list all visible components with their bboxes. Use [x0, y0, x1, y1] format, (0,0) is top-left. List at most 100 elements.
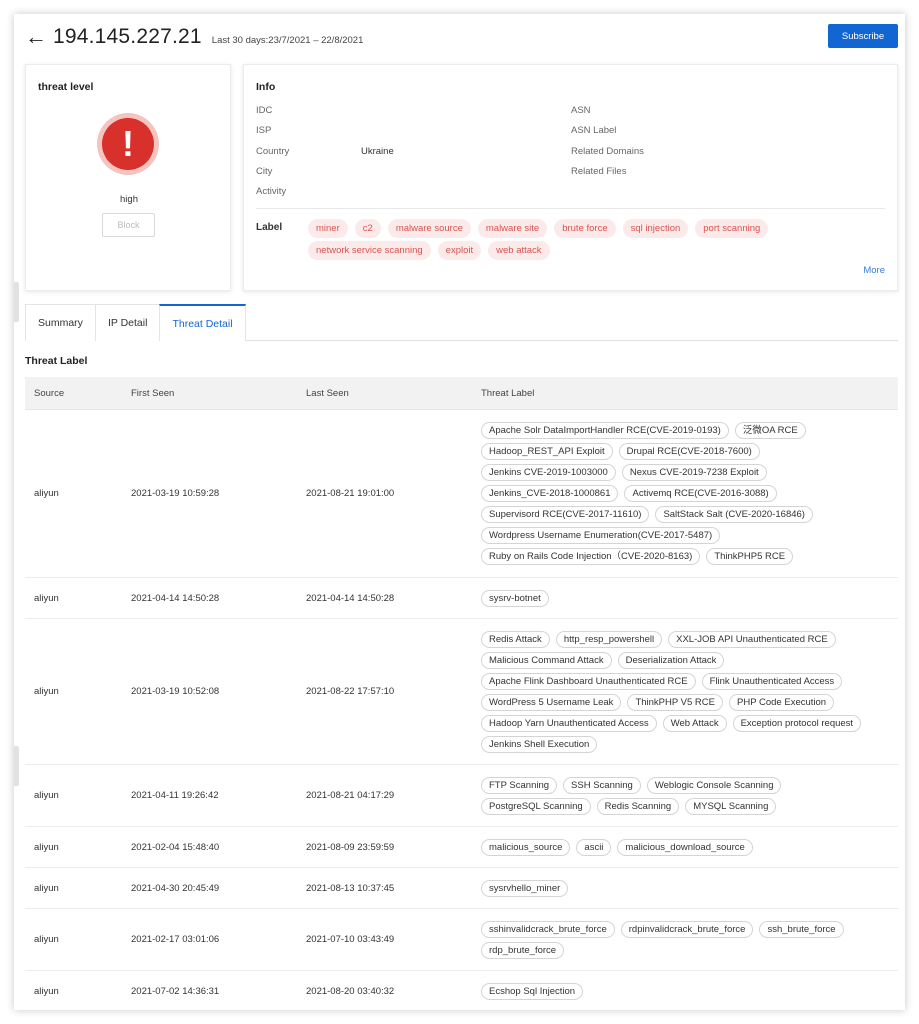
back-arrow-icon[interactable]: ←	[25, 26, 47, 48]
threat-label-chip[interactable]: Jenkins CVE-2019-1003000	[481, 464, 616, 481]
info-card: Info IDC ISP Country Ukraine City Activity ASN…	[243, 64, 898, 291]
threat-label-chip[interactable]: Malicious Command Attack	[481, 651, 612, 669]
threat-label-chip[interactable]: SSH Scanning	[563, 776, 641, 794]
threat-label-chip[interactable]: Apache Flink Dashboard Unauthenticated R…	[481, 672, 696, 690]
threat-label-chip[interactable]: sysrvhello_miner	[481, 879, 569, 897]
threat-label-chip[interactable]: rdpinvalidcrack_brute_force	[620, 920, 754, 938]
table-row: aliyun 2021-03-19 10:52:08 2021-08-22 17:5…	[25, 619, 898, 765]
threat-label-chip[interactable]: Drupal RCE(CVE-2018-7600)	[618, 443, 760, 460]
threat-label-chip[interactable]: XXL-JOB API Unauthenticated RCE	[668, 630, 836, 648]
threat-label-chip[interactable]: Nexus CVE-2019-7238 Exploit	[621, 464, 767, 481]
side-collapse-handle[interactable]	[14, 746, 19, 786]
tab-summary[interactable]: Summary	[25, 304, 96, 341]
threat-label-chip[interactable]: rdp_brute_force	[481, 941, 565, 959]
threat-label-chip[interactable]: Ecshop Sql Injection	[481, 982, 584, 1000]
threat-label-chip[interactable]: Hadoop_REST_API Exploit	[481, 443, 613, 460]
threat-label-chip[interactable]: Activemq RCE(CVE-2016-3088)	[624, 485, 777, 502]
table-row: aliyun 2021-04-14 14:50:28 2021-04-14 14:5…	[25, 578, 898, 619]
label-chip[interactable]: network service scanning	[308, 241, 431, 260]
threat-label-list: FTP Scanning SSH Scanning Weblogic Console…	[481, 776, 891, 815]
threat-label-chip[interactable]: Wordpress Username Enumeration(CVE-2017-…	[481, 527, 721, 544]
threat-label-chip[interactable]: ThinkPHP5 RCE	[706, 548, 794, 565]
label-chip[interactable]: miner	[308, 219, 348, 238]
info-field-value: Ukraine	[361, 146, 394, 157]
threat-label-chip[interactable]: http_resp_powershell	[555, 630, 663, 648]
threat-label-chip[interactable]: Deserialization Attack	[617, 651, 725, 669]
threat-label-chip[interactable]: WordPress 5 Username Leak	[481, 693, 622, 711]
threat-label-chip[interactable]: ssh_brute_force	[759, 920, 844, 938]
more-link[interactable]: More	[863, 265, 885, 276]
label-chip[interactable]: exploit	[437, 241, 482, 260]
threat-label-chip[interactable]: Exception protocol request	[732, 714, 862, 732]
table-cell: aliyun	[34, 985, 59, 997]
block-button[interactable]: Block	[102, 213, 155, 237]
threat-label-chip[interactable]: ascii	[576, 838, 612, 856]
column-header[interactable]: Last Seen	[306, 388, 349, 399]
threat-label-chip[interactable]: sshinvalidcrack_brute_force	[481, 920, 615, 938]
table-cell: 2021-07-02 14:36:31	[131, 985, 220, 997]
threat-label-chip[interactable]: Hadoop Yarn Unauthenticated Access	[481, 714, 657, 732]
info-field-label: ISP	[256, 125, 272, 136]
info-field-label: Related Files	[571, 166, 627, 177]
date-range: Last 30 days:23/7/2021 – 22/8/2021	[211, 34, 364, 46]
info-field-label: ASN	[571, 105, 591, 116]
threat-label-chip[interactable]: MYSQL Scanning	[685, 797, 777, 815]
threat-label-chip[interactable]: FTP Scanning	[481, 776, 558, 794]
page-header: ← 194.145.227.21 Last 30 days:23/7/2021 …	[25, 22, 363, 52]
column-header[interactable]: Threat Label	[481, 388, 534, 399]
subscribe-button[interactable]: Subscribe	[828, 24, 898, 48]
threat-label-chip[interactable]: Web Attack	[662, 714, 727, 732]
threat-label-chip[interactable]: sysrv-botnet	[481, 589, 549, 607]
threat-label-chip[interactable]: PostgreSQL Scanning	[481, 797, 591, 815]
threat-level-title: threat level	[38, 81, 94, 93]
label-chip[interactable]: malware site	[477, 219, 548, 238]
threat-label-chip[interactable]: Flink Unauthenticated Access	[701, 672, 843, 690]
alert-icon: !	[97, 113, 159, 175]
threat-label-chip[interactable]: ThinkPHP V5 RCE	[627, 693, 723, 711]
table-cell: 2021-08-21 19:01:00	[306, 488, 395, 499]
table-cell: 2021-03-19 10:59:28	[131, 488, 220, 499]
side-collapse-handle[interactable]	[14, 282, 19, 322]
threat-label-chip[interactable]: Weblogic Console Scanning	[646, 776, 782, 794]
label-chip[interactable]: web attack	[488, 241, 550, 260]
table-cell: aliyun	[34, 488, 59, 499]
label-chip[interactable]: c2	[354, 219, 381, 238]
table-cell: 2021-07-10 03:43:49	[306, 934, 395, 945]
section-title: Threat Label	[25, 355, 88, 367]
threat-label-list: sysrv-botnet	[481, 589, 891, 607]
tab-ip-detail[interactable]: IP Detail	[94, 304, 161, 341]
threat-label-chip[interactable]: malicious_source	[481, 838, 571, 856]
table-row: aliyun 2021-03-19 10:59:28 2021-08-21 19:0…	[25, 410, 898, 578]
threat-label-list: Ecshop Sql Injection	[481, 982, 891, 1000]
threat-label-chip[interactable]: Jenkins_CVE-2018-1000861	[481, 485, 619, 502]
threat-label-chip[interactable]: Redis Scanning	[596, 797, 680, 815]
info-field-label: Country	[256, 146, 290, 157]
threat-label-chip[interactable]: SaltStack Salt (CVE-2020-16846)	[655, 506, 813, 523]
threat-label-chip[interactable]: malicious_download_source	[617, 838, 753, 856]
threat-label-chip[interactable]: Redis Attack	[481, 630, 550, 648]
threat-label-chip[interactable]: Ruby on Rails Code Injection（CVE-2020-81…	[481, 548, 701, 565]
threat-label-chip[interactable]: PHP Code Execution	[729, 693, 835, 711]
threat-label-list: sysrvhello_miner	[481, 879, 891, 897]
table-cell: 2021-03-19 10:52:08	[131, 686, 220, 697]
table-row: aliyun 2021-04-11 19:26:42 2021-08-21 04:1…	[25, 765, 898, 827]
table-cell: aliyun	[34, 841, 59, 853]
threat-label-chip[interactable]: 泛微OA RCE	[734, 422, 806, 439]
label-chip[interactable]: malware source	[387, 219, 471, 238]
table-cell: 2021-04-14 14:50:28	[306, 592, 395, 604]
column-header[interactable]: First Seen	[131, 388, 174, 399]
threat-label-chip[interactable]: Supervisord RCE(CVE-2017-11610)	[481, 506, 650, 523]
tab-threat-detail[interactable]: Threat Detail	[159, 304, 246, 341]
threat-label-chip[interactable]: Apache Solr DataImportHandler RCE(CVE-20…	[481, 422, 729, 439]
label-chip[interactable]: port scanning	[695, 219, 769, 238]
label-chip[interactable]: sql injection	[622, 219, 689, 238]
table-row: aliyun 2021-07-02 14:36:31 2021-08-20 03:4…	[25, 971, 898, 1012]
table-cell: 2021-08-22 17:57:10	[306, 686, 395, 697]
divider	[256, 208, 885, 209]
label-chip[interactable]: brute force	[554, 219, 616, 238]
table-cell: 2021-08-20 03:40:32	[306, 985, 395, 997]
table-row: aliyun 2021-04-30 20:45:49 2021-08-13 10:3…	[25, 868, 898, 909]
column-header[interactable]: Source	[34, 388, 64, 399]
table-cell: aliyun	[34, 934, 59, 945]
threat-label-chip[interactable]: Jenkins Shell Execution	[481, 735, 598, 753]
